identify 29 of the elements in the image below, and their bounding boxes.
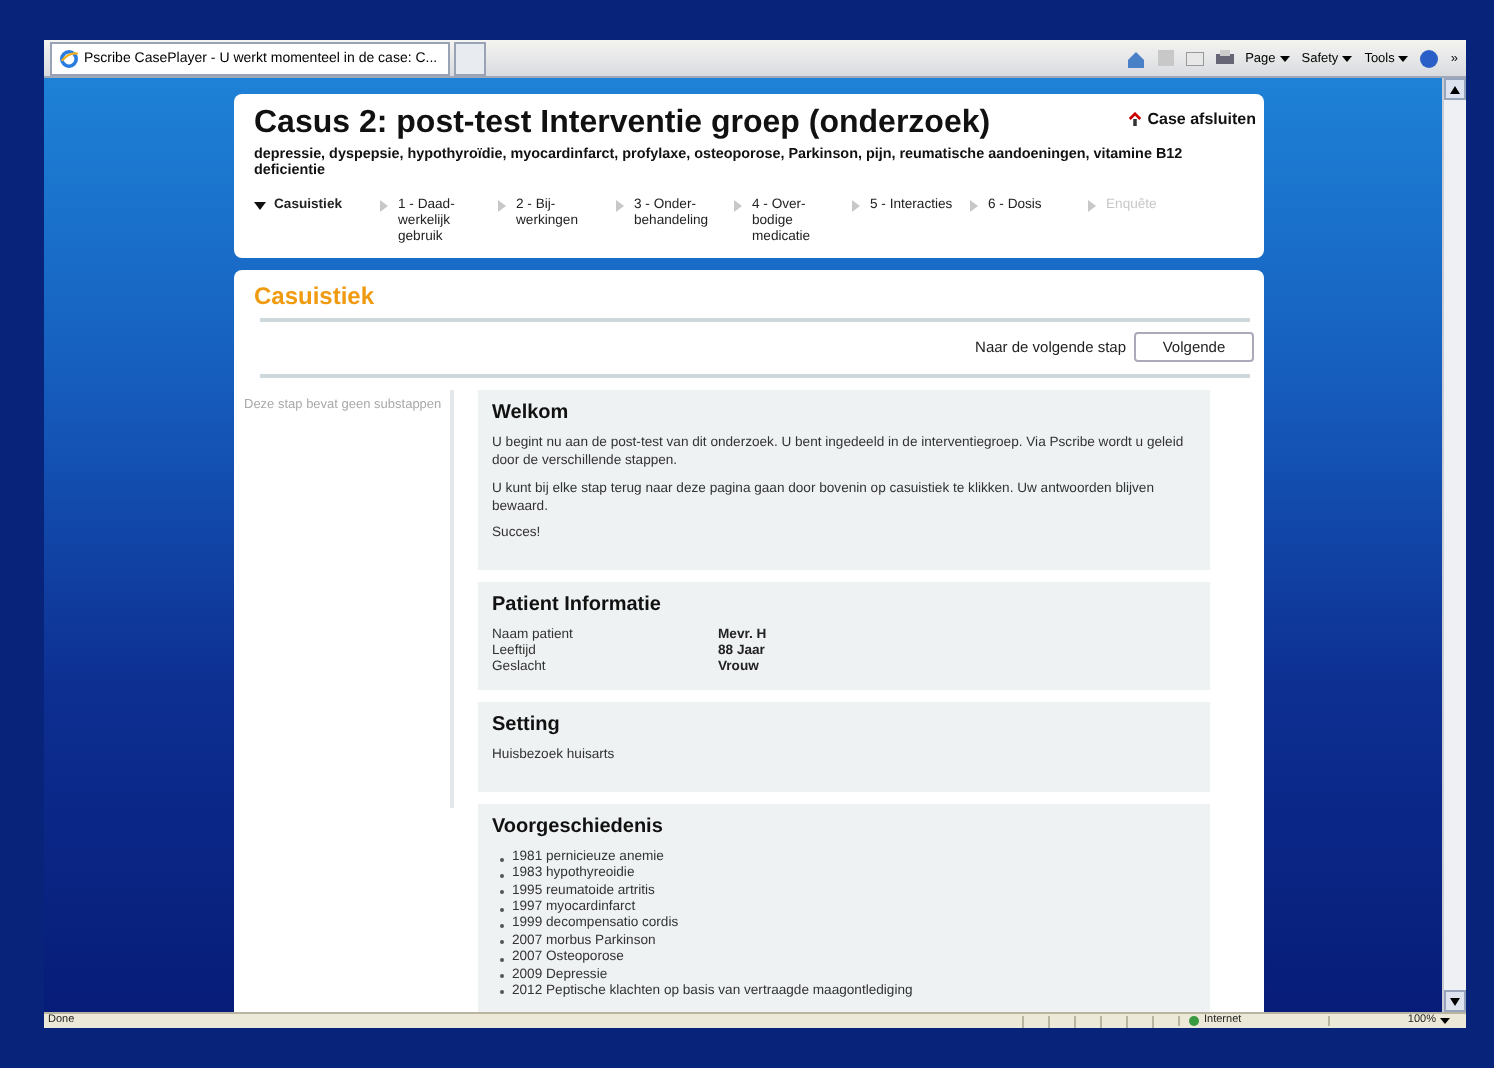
triangle-right-icon	[496, 199, 508, 212]
caret-icon	[1279, 55, 1290, 61]
section-title: Casuistiek	[254, 282, 377, 311]
panel-title: Setting	[492, 714, 562, 737]
panel-title: Welkom	[492, 402, 571, 425]
triangle-right-icon	[732, 199, 744, 212]
scroll-down-icon[interactable]	[1450, 997, 1460, 1005]
new-tab-button[interactable]	[454, 41, 486, 75]
scroll-up-icon[interactable]	[1450, 85, 1460, 93]
browser-logo-icon	[60, 49, 78, 67]
scrollbar[interactable]	[1442, 78, 1466, 1012]
panel-title: Patient Informatie	[492, 594, 663, 617]
print-icon[interactable]	[1215, 50, 1234, 66]
triangle-right-icon	[850, 199, 862, 212]
help-icon[interactable]	[1420, 49, 1439, 67]
triangle-right-icon	[1086, 199, 1098, 212]
home-icon[interactable]	[1125, 49, 1146, 67]
close-case-link[interactable]: Case afsluiten	[1127, 110, 1256, 128]
case-title: Casus 2: post-test Interventie groep (onderzoek)	[254, 106, 991, 142]
triangle-right-icon	[378, 199, 390, 212]
exit-icon	[1127, 112, 1142, 126]
caret-icon	[1342, 55, 1353, 61]
caret-icon	[1440, 1018, 1450, 1024]
globe-icon	[1188, 1016, 1200, 1026]
triangle-right-icon	[614, 199, 626, 212]
triangle-down-icon	[254, 199, 266, 212]
caret-icon	[1398, 55, 1409, 61]
panel-title: Voorgeschiedenis	[492, 816, 665, 838]
triangle-right-icon	[968, 199, 980, 212]
